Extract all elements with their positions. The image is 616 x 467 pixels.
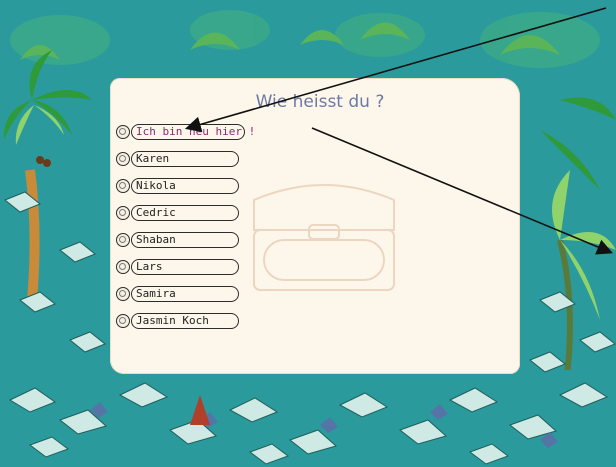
name-entry[interactable]: Jasmin Koch xyxy=(116,311,239,331)
name-selection-dialog: Wie heisst du ? Ich bin neu hier ! Karen N… xyxy=(110,78,520,374)
player-name-button[interactable]: Karen xyxy=(131,151,239,167)
chest-watermark-icon xyxy=(253,184,395,291)
player-name-button[interactable]: Cedric xyxy=(131,205,239,221)
player-name-button[interactable]: Jasmin Koch xyxy=(131,313,239,329)
dialog-title: Wie heisst du ? xyxy=(255,92,385,112)
name-entry[interactable]: Shaban xyxy=(116,230,239,250)
radio-icon[interactable] xyxy=(116,287,130,301)
name-entry[interactable]: Ich bin neu hier ! xyxy=(116,122,255,142)
radio-icon[interactable] xyxy=(116,179,130,193)
radio-icon[interactable] xyxy=(116,152,130,166)
radio-icon[interactable] xyxy=(116,233,130,247)
name-entry[interactable]: Cedric xyxy=(116,203,239,223)
radio-icon[interactable] xyxy=(116,125,130,139)
radio-icon[interactable] xyxy=(116,314,130,328)
radio-icon[interactable] xyxy=(116,260,130,274)
player-name-button[interactable]: Shaban xyxy=(131,232,239,248)
player-name-button[interactable]: Nikola xyxy=(131,178,239,194)
new-player-button[interactable]: Ich bin neu hier ! xyxy=(131,124,255,140)
name-entry[interactable]: Karen xyxy=(116,149,239,169)
radio-icon[interactable] xyxy=(116,206,130,220)
name-entry[interactable]: Nikola xyxy=(116,176,239,196)
player-name-button[interactable]: Samira xyxy=(131,286,239,302)
player-name-button[interactable]: Lars xyxy=(131,259,239,275)
name-entry[interactable]: Samira xyxy=(116,284,239,304)
name-entry[interactable]: Lars xyxy=(116,257,239,277)
